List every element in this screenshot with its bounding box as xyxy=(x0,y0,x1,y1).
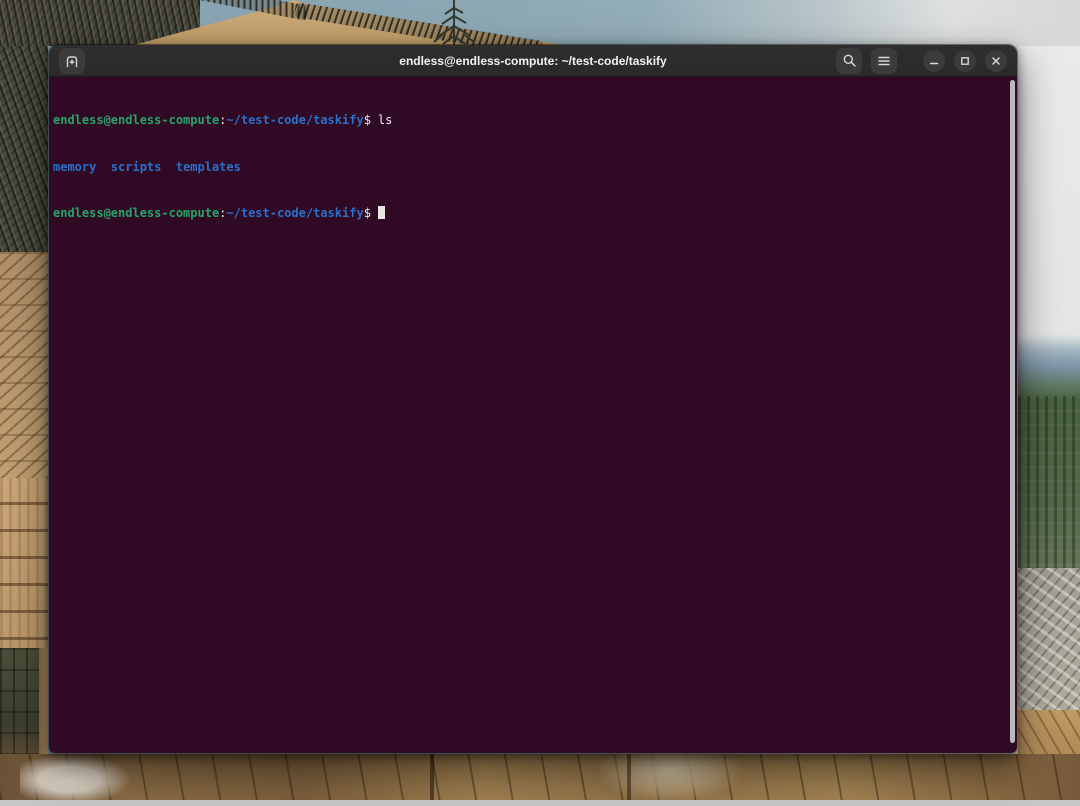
wallpaper-bottom-edge xyxy=(0,800,1080,806)
wallpaper-white-carving xyxy=(20,754,130,800)
wallpaper-plank-lines xyxy=(0,754,1080,800)
maximize-button[interactable] xyxy=(954,50,976,72)
wallpaper-wood-carvings xyxy=(0,754,1080,800)
terminal-line-prompt-command: endless@endless-compute:~/test-code/task… xyxy=(53,113,1007,129)
terminal-window: endless@endless-compute: ~/test-code/tas… xyxy=(48,44,1018,754)
search-icon xyxy=(842,53,857,68)
terminal-line-prompt: endless@endless-compute:~/test-code/task… xyxy=(53,206,1007,222)
wallpaper-pine-forest xyxy=(1018,396,1080,568)
prompt-user-host: endless@endless-compute xyxy=(53,206,219,220)
hamburger-menu-icon xyxy=(877,55,891,67)
wallpaper-wood-object xyxy=(1018,710,1080,754)
wallpaper-wall-moss-shingles xyxy=(0,648,48,754)
wallpaper-mountain-ridge xyxy=(1018,334,1080,396)
wallpaper-rock-scree xyxy=(1018,568,1080,710)
minimize-button[interactable] xyxy=(923,50,945,72)
wallpaper-hut-wall xyxy=(0,46,48,754)
minimize-icon xyxy=(928,55,940,67)
wallpaper-light-sky xyxy=(1018,46,1080,334)
wallpaper-wall-beams xyxy=(0,478,48,648)
prompt-path: ~/test-code/taskify xyxy=(226,206,363,220)
search-button[interactable] xyxy=(836,48,862,74)
wallpaper-valley xyxy=(1018,46,1080,754)
new-tab-icon xyxy=(64,53,80,69)
terminal-scrollbar[interactable] xyxy=(1010,80,1015,743)
maximize-icon xyxy=(959,55,971,67)
prompt-path: ~/test-code/taskify xyxy=(226,113,363,127)
close-button[interactable] xyxy=(985,50,1007,72)
wallpaper-post xyxy=(430,754,434,800)
typed-command: ls xyxy=(378,113,392,127)
menu-button[interactable] xyxy=(871,48,897,74)
dir-entry: scripts xyxy=(111,160,162,174)
close-icon xyxy=(990,55,1002,67)
wallpaper-pine-tree xyxy=(430,0,478,46)
dir-entry: memory xyxy=(53,160,96,174)
dir-entry: templates xyxy=(176,160,241,174)
terminal-line-ls-output: memory scripts templates xyxy=(53,160,1007,176)
terminal-cursor xyxy=(378,206,385,219)
wallpaper-post xyxy=(627,754,631,800)
terminal-content[interactable]: endless@endless-compute:~/test-code/task… xyxy=(49,77,1017,754)
wallpaper-wall-twigs xyxy=(0,46,48,252)
new-tab-button[interactable] xyxy=(59,48,85,74)
prompt-user-host: endless@endless-compute xyxy=(53,113,219,127)
wallpaper-wood-post xyxy=(39,648,48,754)
wallpaper-wall-shingles xyxy=(0,252,48,478)
prompt-symbol: $ xyxy=(364,206,371,220)
wallpaper-stone-carving xyxy=(600,754,740,800)
prompt-symbol: $ xyxy=(364,113,371,127)
terminal-titlebar[interactable]: endless@endless-compute: ~/test-code/tas… xyxy=(49,45,1017,77)
